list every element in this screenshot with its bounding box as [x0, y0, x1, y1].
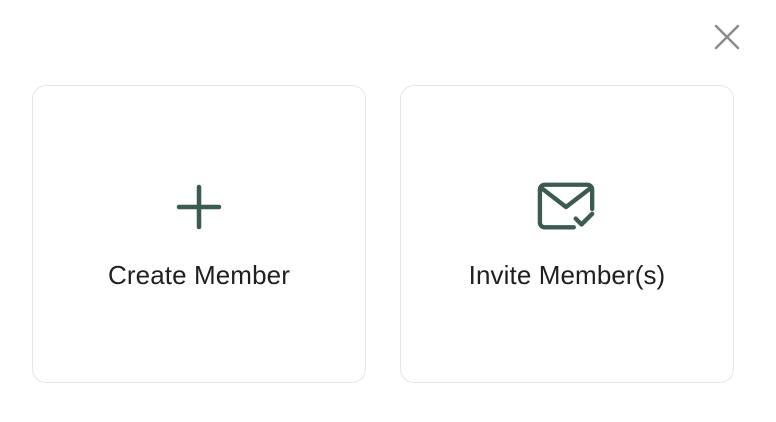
invite-members-card[interactable]: Invite Member(s)	[400, 85, 734, 383]
add-member-dialog: Create Member Invite Member(s)	[0, 0, 776, 422]
close-button[interactable]	[710, 20, 744, 54]
close-icon	[714, 24, 740, 50]
create-member-label: Create Member	[108, 260, 290, 290]
member-options: Create Member Invite Member(s)	[32, 85, 736, 385]
plus-icon	[169, 182, 229, 232]
invite-members-label: Invite Member(s)	[468, 260, 666, 290]
mail-check-icon	[537, 182, 597, 232]
create-member-card[interactable]: Create Member	[32, 85, 366, 383]
